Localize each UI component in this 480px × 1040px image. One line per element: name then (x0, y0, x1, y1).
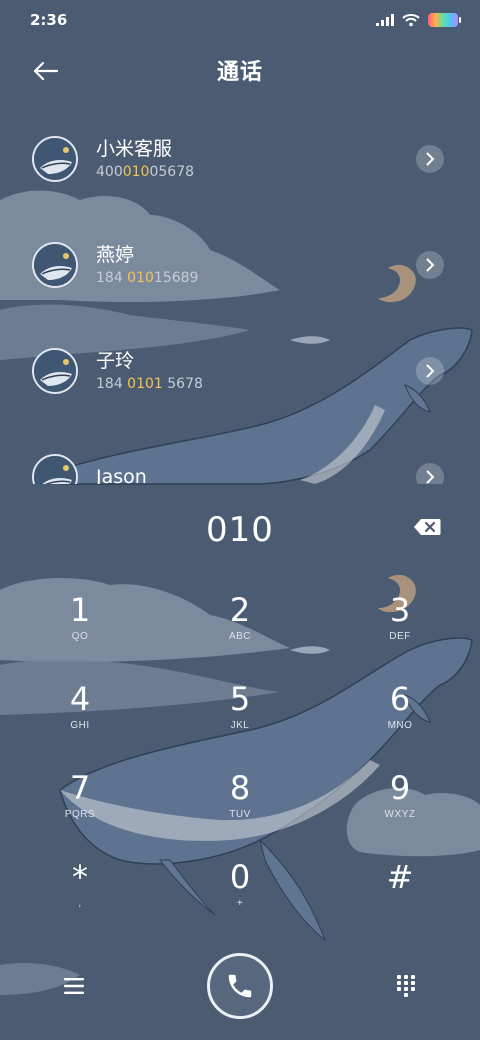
key-4[interactable]: 4 GHI (20, 679, 140, 761)
key-letters: PQRS (64, 809, 96, 820)
key-letters: MNO (387, 720, 413, 731)
phone-icon (228, 974, 252, 998)
whale-avatar-icon (34, 350, 76, 392)
contact-item[interactable]: 小米客服 40001005678 (0, 124, 480, 194)
menu-button[interactable] (60, 972, 88, 1000)
key-digit: 4 (69, 680, 91, 718)
key-9[interactable]: 9 WXYZ (340, 768, 460, 850)
key-digit: # (386, 858, 414, 896)
key-3[interactable]: 3 DEF (340, 590, 460, 672)
key-letters: GHI (70, 720, 90, 731)
contact-item[interactable]: 燕婷 184 01015689 (0, 230, 480, 300)
key-digit: 2 (229, 591, 251, 629)
contact-number: 184 01015689 (96, 270, 199, 286)
page-title: 通话 (216, 60, 263, 85)
key-letters: + (236, 898, 244, 909)
bottom-action-bar (0, 950, 480, 1030)
key-0[interactable]: 0 + (180, 857, 300, 939)
key-digit: 1 (69, 591, 91, 629)
status-icons (376, 13, 461, 27)
call-button[interactable] (207, 953, 273, 1019)
key-letters: , (78, 898, 82, 909)
contact-number: 40001005678 (96, 164, 195, 180)
dialpad-icon (397, 975, 415, 997)
battery-icon (428, 13, 461, 27)
arrow-left-icon (33, 61, 58, 81)
key-digit: * (72, 858, 88, 896)
contact-name: 子玲 (96, 350, 135, 372)
whale-avatar-icon (34, 456, 76, 484)
signal-icon (376, 14, 394, 26)
whale-avatar-icon (34, 244, 76, 286)
contact-detail-button[interactable] (416, 463, 444, 484)
key-letters: TUV (229, 809, 251, 820)
key-hash[interactable]: # (340, 857, 460, 939)
key-letters: QO (71, 631, 89, 642)
avatar (32, 242, 78, 288)
key-1[interactable]: 1 QO (20, 590, 140, 672)
chevron-right-icon (426, 258, 435, 272)
key-6[interactable]: 6 MNO (340, 679, 460, 761)
key-star[interactable]: * , (20, 857, 140, 939)
contact-name: 小米客服 (96, 138, 173, 160)
whale-avatar-icon (34, 138, 76, 180)
hamburger-menu-icon (64, 978, 84, 994)
contact-detail-button[interactable] (416, 357, 444, 385)
contact-number: 184 0101 5678 (96, 376, 203, 392)
contact-item[interactable]: 子玲 184 0101 5678 (0, 336, 480, 406)
status-time: 2:36 (30, 11, 68, 29)
contact-name: 燕婷 (96, 244, 135, 266)
key-2[interactable]: 2 ABC (180, 590, 300, 672)
avatar (32, 136, 78, 182)
key-digit: 9 (389, 769, 411, 807)
key-digit: 8 (229, 769, 251, 807)
status-bar: 2:36 (0, 0, 480, 40)
key-digit: 5 (229, 680, 251, 718)
backspace-icon (414, 519, 441, 535)
key-7[interactable]: 7 PQRS (20, 768, 140, 850)
contact-item[interactable]: Jason (0, 442, 480, 484)
dialed-number-display[interactable]: 010 (206, 510, 274, 550)
key-digit: 0 (229, 858, 251, 896)
key-letters: DEF (389, 631, 411, 642)
key-letters: JKL (230, 720, 250, 731)
dial-input-row: 010 (0, 500, 480, 560)
avatar (32, 348, 78, 394)
chevron-right-icon (426, 470, 435, 484)
key-5[interactable]: 5 JKL (180, 679, 300, 761)
back-button[interactable] (30, 56, 60, 86)
contact-list[interactable]: 小米客服 40001005678 燕婷 184 01015689 子玲 184 … (0, 124, 480, 484)
chevron-right-icon (426, 152, 435, 166)
contact-detail-button[interactable] (416, 251, 444, 279)
backspace-button[interactable] (412, 515, 442, 539)
avatar (32, 454, 78, 484)
contact-detail-button[interactable] (416, 145, 444, 173)
chevron-right-icon (426, 364, 435, 378)
key-letters: WXYZ (384, 809, 416, 820)
contact-name: Jason (96, 466, 147, 484)
key-letters: ABC (228, 631, 252, 642)
key-digit: 6 (389, 680, 411, 718)
key-8[interactable]: 8 TUV (180, 768, 300, 850)
key-digit: 3 (389, 591, 411, 629)
wifi-icon (402, 14, 420, 27)
dial-keypad: 1 QO 2 ABC 3 DEF 4 GHI 5 JKL 6 MNO 7 PQR… (0, 590, 480, 950)
key-digit: 7 (69, 769, 91, 807)
app-header: 通话 (0, 48, 480, 92)
dialpad-toggle-button[interactable] (392, 972, 420, 1000)
